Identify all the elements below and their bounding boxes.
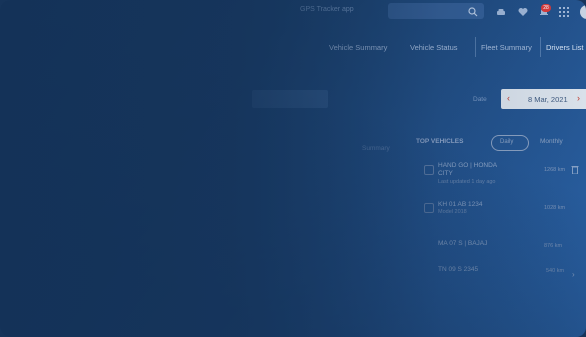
vehicle-thumbnail <box>424 203 434 213</box>
row-value: 876 km <box>544 243 563 249</box>
nav-drivers-list[interactable]: Drivers List <box>546 43 584 52</box>
date-label: Date <box>473 96 487 103</box>
row-title: MA 07 S | BAJAJ <box>438 240 488 247</box>
app-window: GPS Tracker app 28 Vehicle Summary Vehic… <box>0 0 586 337</box>
top-bar: GPS Tracker app 28 <box>0 0 586 26</box>
summary-label: Summary <box>362 145 390 152</box>
car-icon[interactable] <box>496 7 506 20</box>
chevron-right-icon[interactable]: › <box>577 93 580 103</box>
notification-badge: 28 <box>541 4 551 12</box>
row-title: KH 01 AB 1234 <box>438 201 483 208</box>
row-subtitle: Last updated 1 day ago <box>438 179 496 185</box>
nav-fleet-summary[interactable]: Fleet Summary <box>481 43 532 52</box>
nav-divider <box>540 37 541 57</box>
daily-filter-label: Daily <box>500 139 514 145</box>
vehicle-thumbnail <box>424 165 434 175</box>
nav-vehicle-status[interactable]: Vehicle Status <box>410 43 458 52</box>
monthly-filter-button[interactable]: Monthly <box>540 138 563 145</box>
nav-divider <box>475 37 476 57</box>
date-value: 8 Mar, 2021 <box>528 95 568 104</box>
row-value: 1028 km <box>544 205 566 211</box>
row-subtitle: Model 2018 <box>438 209 467 215</box>
avatar[interactable] <box>580 5 586 19</box>
search-icon[interactable] <box>468 7 478 20</box>
filter-input[interactable] <box>252 90 328 108</box>
top-bar-text: GPS Tracker app <box>300 6 354 13</box>
nav-vehicle-summary[interactable]: Vehicle Summary <box>329 43 387 52</box>
row-title-2: CITY <box>438 170 453 177</box>
apps-grid-icon[interactable] <box>559 7 569 20</box>
row-value: 540 km <box>546 268 565 274</box>
chevron-right-icon[interactable]: › <box>572 270 575 280</box>
heart-icon[interactable] <box>518 7 528 20</box>
row-value: 1268 km <box>544 167 566 173</box>
panel-title: TOP VEHICLES <box>416 138 464 145</box>
row-title: HAND GO | HONDA <box>438 162 498 169</box>
trash-icon[interactable] <box>571 165 579 177</box>
row-title: TN 09 S 2345 <box>438 266 479 273</box>
chevron-left-icon[interactable]: ‹ <box>507 93 510 103</box>
